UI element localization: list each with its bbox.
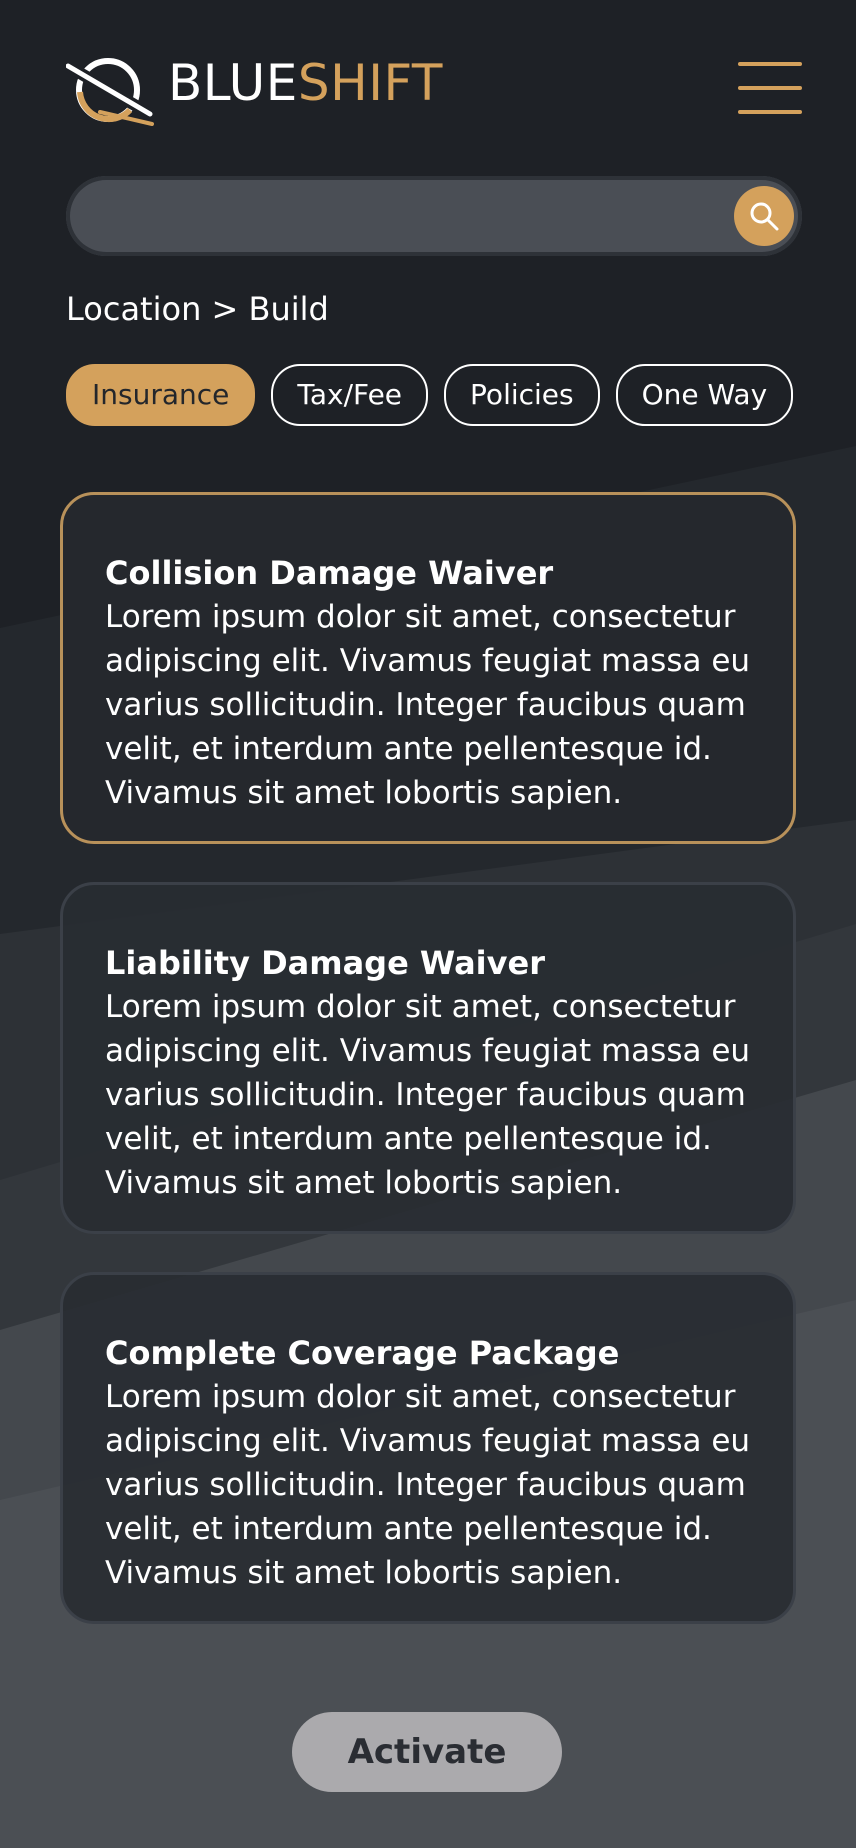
tab-tax-fee[interactable]: Tax/Fee (271, 364, 429, 426)
option-card-complete[interactable]: Complete Coverage Package Lorem ipsum do… (60, 1272, 796, 1624)
app-header: BLUESHIFT (66, 50, 802, 130)
tab-insurance[interactable]: Insurance (66, 364, 256, 426)
search-icon (750, 202, 779, 231)
search-bar (66, 176, 802, 256)
card-description: Lorem ipsum dolor sit amet, consectetur … (105, 989, 751, 1201)
tab-policies[interactable]: Policies (444, 364, 600, 426)
brand-name-part1: BLUE (168, 54, 298, 112)
card-description: Lorem ipsum dolor sit amet, consectetur … (105, 599, 751, 811)
card-description: Lorem ipsum dolor sit amet, consectetur … (105, 1379, 751, 1591)
search-input[interactable] (96, 194, 700, 240)
card-title: Complete Coverage Package (105, 1334, 620, 1372)
ring-logo-icon (66, 58, 154, 126)
category-tabs: Insurance Tax/Fee Policies One Way (66, 364, 796, 428)
option-card-collision[interactable]: Collision Damage Waiver Lorem ipsum dolo… (60, 492, 796, 844)
card-title: Collision Damage Waiver (105, 554, 554, 592)
search-button[interactable] (734, 186, 794, 246)
breadcrumb: Location > Build (66, 290, 329, 328)
brand-name-part2: SHIFT (297, 54, 443, 112)
tab-one-way[interactable]: One Way (615, 364, 794, 426)
hamburger-menu-icon[interactable] (738, 62, 802, 114)
option-card-liability[interactable]: Liability Damage Waiver Lorem ipsum dolo… (60, 882, 796, 1234)
card-title: Liability Damage Waiver (105, 944, 545, 982)
brand-name[interactable]: BLUESHIFT (168, 58, 443, 108)
activate-button[interactable]: Activate (292, 1712, 562, 1792)
